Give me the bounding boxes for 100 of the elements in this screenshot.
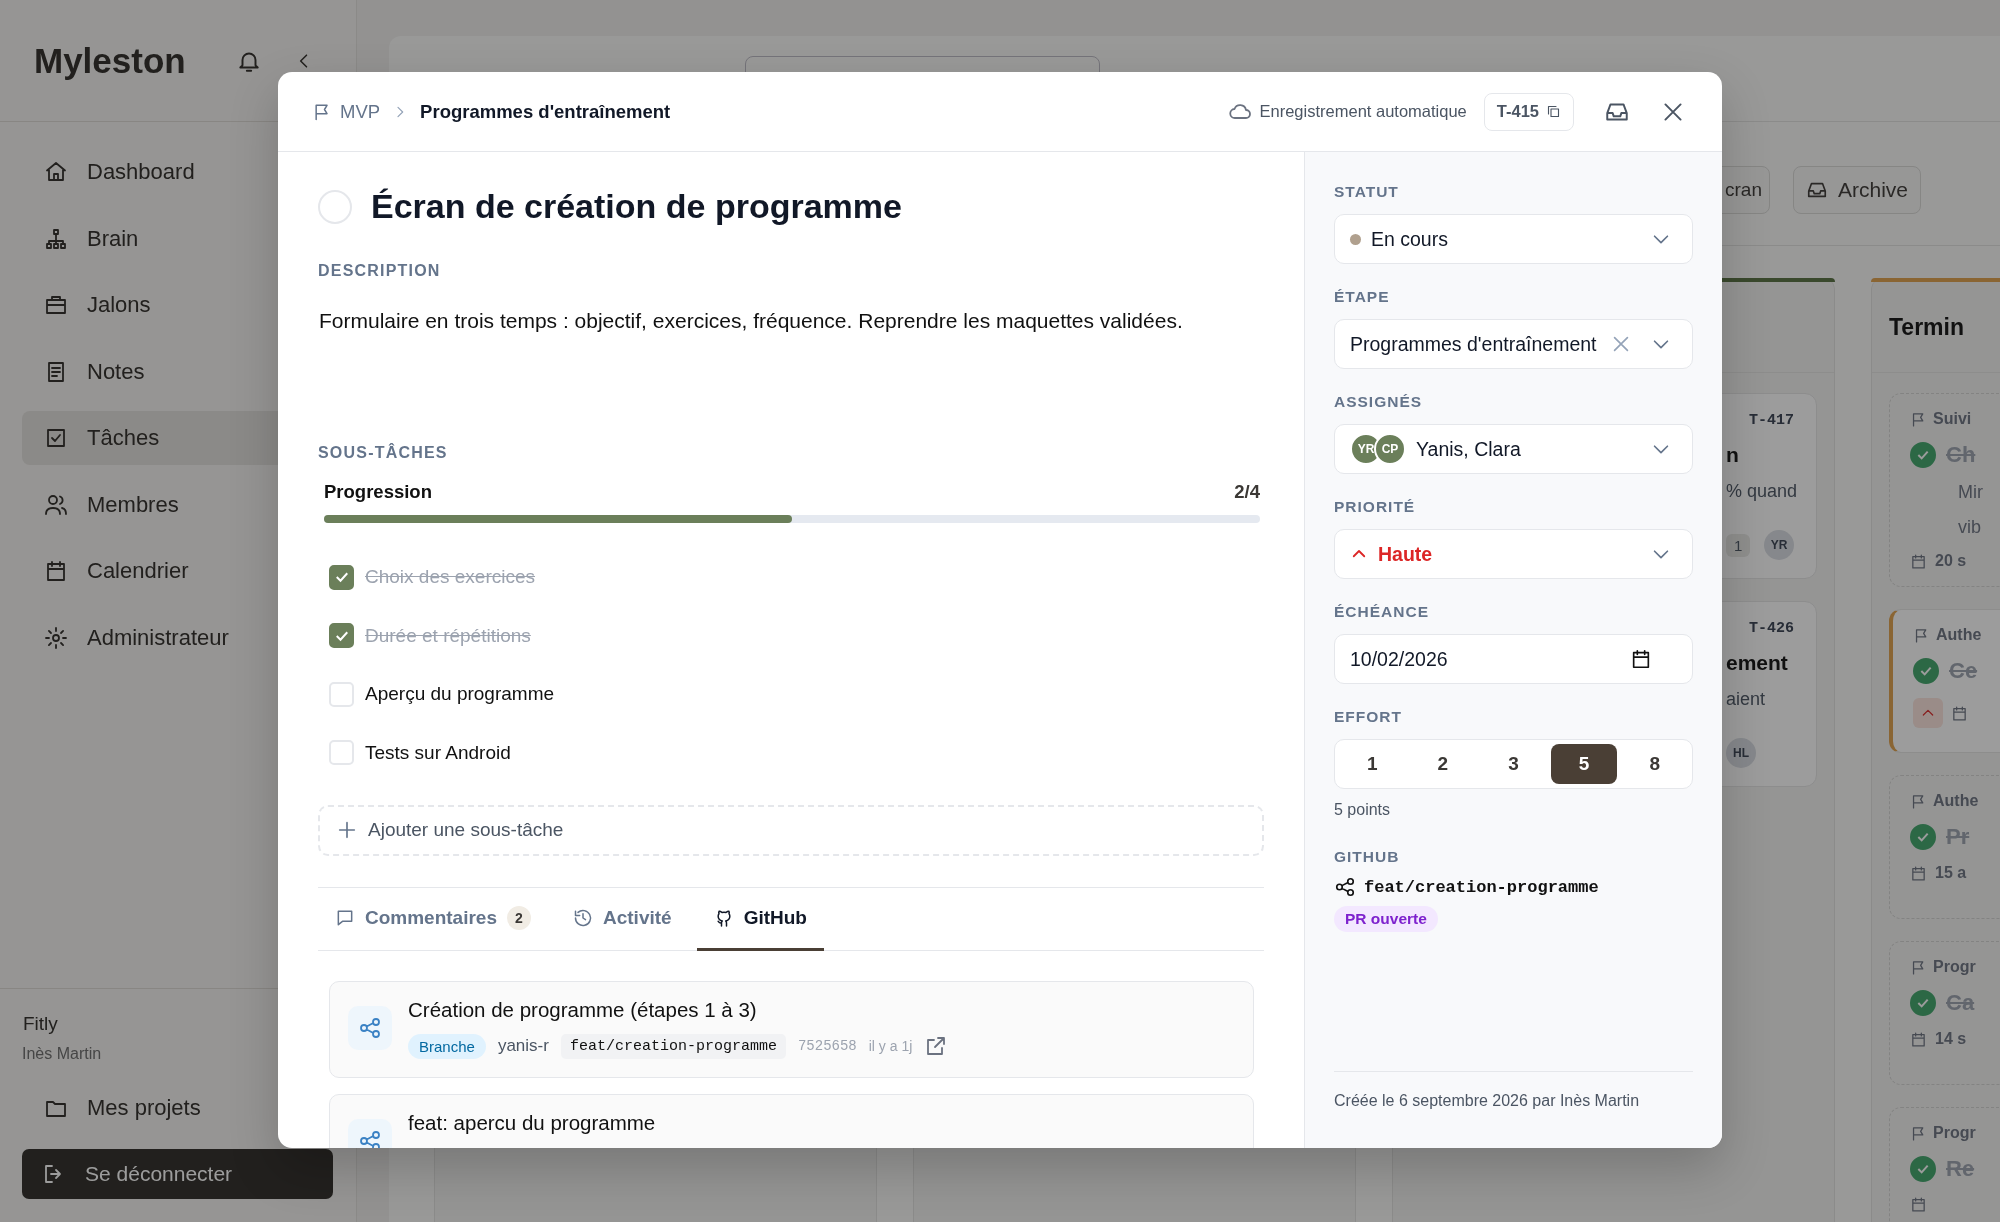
share-icon (348, 1005, 392, 1050)
check-circle-icon[interactable] (1910, 442, 1936, 468)
effort-option[interactable]: 3 (1480, 744, 1547, 784)
ticket-id: T-426 (1749, 620, 1794, 637)
branch-name: feat/creation-programme (1364, 877, 1599, 897)
settings-icon (44, 625, 68, 650)
calendar-icon[interactable] (1630, 648, 1652, 670)
card-tag: Suivi (1933, 410, 1972, 428)
priority-value: Haute (1378, 542, 1434, 566)
copy-icon (1546, 104, 1561, 119)
description-text: Formulaire en trois temps : objectif, exercices, fréquence. Reprendre les maquettes validées. (319, 309, 1184, 333)
breadcrumb-link[interactable]: Programmes d'entraînement (420, 100, 671, 123)
card-tag: Authe (1936, 626, 1982, 644)
effort-option[interactable]: 5 (1550, 744, 1618, 784)
effort-option[interactable]: 1 (1339, 744, 1406, 784)
people-icon (44, 492, 68, 517)
card-tag: Authe (1933, 792, 1979, 810)
card-text: Mir (1957, 482, 1984, 503)
nav-item[interactable]: Administrateur (22, 610, 356, 665)
type-tag: Branche (408, 1033, 486, 1059)
task-complete-toggle[interactable] (318, 189, 352, 224)
commit-hash: 7525658 (797, 1038, 857, 1054)
effort-option[interactable]: 8 (1621, 744, 1688, 784)
tab[interactable]: GitHub (696, 887, 824, 951)
subtask-checkbox[interactable] (329, 623, 354, 648)
timestamp: il y a 1j (868, 1038, 913, 1054)
tab[interactable]: Activité (556, 887, 689, 951)
briefcase-icon (44, 293, 68, 317)
calendar-icon (44, 559, 68, 583)
app-logo: Myleston (34, 40, 186, 81)
field-label: EFFORT (1334, 708, 1403, 726)
archive-button[interactable]: Archive (1792, 165, 1921, 214)
calendar-icon (1910, 552, 1927, 570)
logout-button[interactable]: Se déconnecter (22, 1149, 333, 1199)
status-select[interactable]: En cours (1334, 214, 1693, 264)
calendar-icon (1910, 864, 1927, 882)
task-id-button[interactable]: T-415 (1483, 92, 1574, 131)
pr-status-badge: PR ouverte (1334, 906, 1438, 932)
avatar: CP (1374, 433, 1406, 465)
projects-link[interactable]: Mes projets (22, 1085, 332, 1131)
workspace-name: Fitly (22, 1013, 59, 1035)
ticket-id: T-417 (1749, 412, 1794, 429)
home-icon (44, 160, 68, 184)
count-badge: 2 (507, 905, 531, 930)
card-tag: Progr (1933, 958, 1976, 976)
github-item-card[interactable]: feat: apercu du programme (329, 1093, 1254, 1148)
field-label: ASSIGNÉS (1334, 393, 1424, 411)
date-field[interactable]: 10/02/2026 (1334, 634, 1693, 684)
github-item-title: Création de programme (étapes 1 à 3) (408, 997, 758, 1022)
add-subtask-button[interactable]: Ajouter une sous-tâche (318, 804, 1264, 856)
nav-item[interactable]: Dashboard (22, 145, 356, 199)
field-label: PRIORITÉ (1334, 498, 1417, 516)
date-value: 10/02/2026 (1350, 647, 1449, 671)
share-icon (1334, 876, 1356, 898)
history-icon (573, 907, 593, 928)
card-tag: Progr (1933, 1124, 1976, 1142)
section-label: DESCRIPTION (318, 262, 442, 280)
field-label: ÉTAPE (1334, 288, 1391, 306)
due-date: 20 s (1935, 552, 1967, 570)
check-circle-icon[interactable] (1913, 658, 1939, 684)
subtask-label: Durée et répétitions (365, 624, 531, 647)
stage-select[interactable]: Programmes d'entraînement (1334, 319, 1693, 369)
task-card[interactable]: Authe Ce (1889, 609, 2000, 753)
card-text: vib (1957, 517, 1982, 538)
priority-select[interactable]: Haute (1334, 529, 1693, 579)
autosave-status: Enregistrement automatique (1259, 102, 1467, 121)
github-item-title: feat: apercu du programme (408, 1110, 656, 1135)
field-label: GITHUB (1334, 848, 1401, 866)
assignee-names: Yanis, Clara (1416, 437, 1522, 461)
branch-name: feat/creation-programme (560, 1033, 786, 1059)
due-date: 15 a (1935, 864, 1967, 882)
due-date: 14 s (1935, 1030, 1967, 1048)
progress-label: Progression (324, 481, 432, 503)
github-item-card[interactable]: Création de programme (étapes 1 à 3) Branche yanis-r feat/creation-programme 7525658 il y a 1j (329, 980, 1254, 1078)
tab[interactable]: Commentaires 2 (318, 887, 548, 951)
calendar-icon (1910, 1196, 1927, 1213)
avatar: YR (1764, 530, 1794, 560)
card-text: % quand (1726, 481, 1794, 502)
nav-item[interactable]: Calendrier (22, 544, 356, 598)
plus-icon (336, 819, 358, 841)
subtask-checkbox[interactable] (329, 564, 354, 590)
progress-count: 2/4 (1234, 481, 1260, 503)
assignee-select[interactable]: YR CP Yanis, Clara (1334, 424, 1693, 474)
nav-item[interactable]: Notes (22, 344, 356, 399)
field-label: ÉCHÉANCE (1334, 603, 1430, 621)
card-text: aient (1726, 689, 1767, 710)
subtask-label: Choix des exercices (365, 566, 536, 588)
author-name: yanis-r (497, 1036, 549, 1056)
effort-summary: 5 points (1334, 801, 1392, 819)
column-title: Termin (1889, 313, 1964, 341)
created-info: Créée le 6 septembre 2026 par Inès Martin (1334, 1071, 1693, 1110)
breadcrumb-link[interactable]: MVP (340, 100, 381, 123)
hierarchy-icon (44, 226, 68, 251)
check-circle-icon[interactable] (1910, 990, 1936, 1016)
check-circle-icon[interactable] (1910, 1156, 1936, 1182)
calendar-icon (1951, 704, 1968, 722)
effort-option[interactable]: 2 (1409, 744, 1477, 784)
subtask-label: Tests sur Android (365, 741, 511, 764)
task-title: Écran de création de programme (371, 187, 902, 226)
check-circle-icon[interactable] (1910, 824, 1936, 850)
